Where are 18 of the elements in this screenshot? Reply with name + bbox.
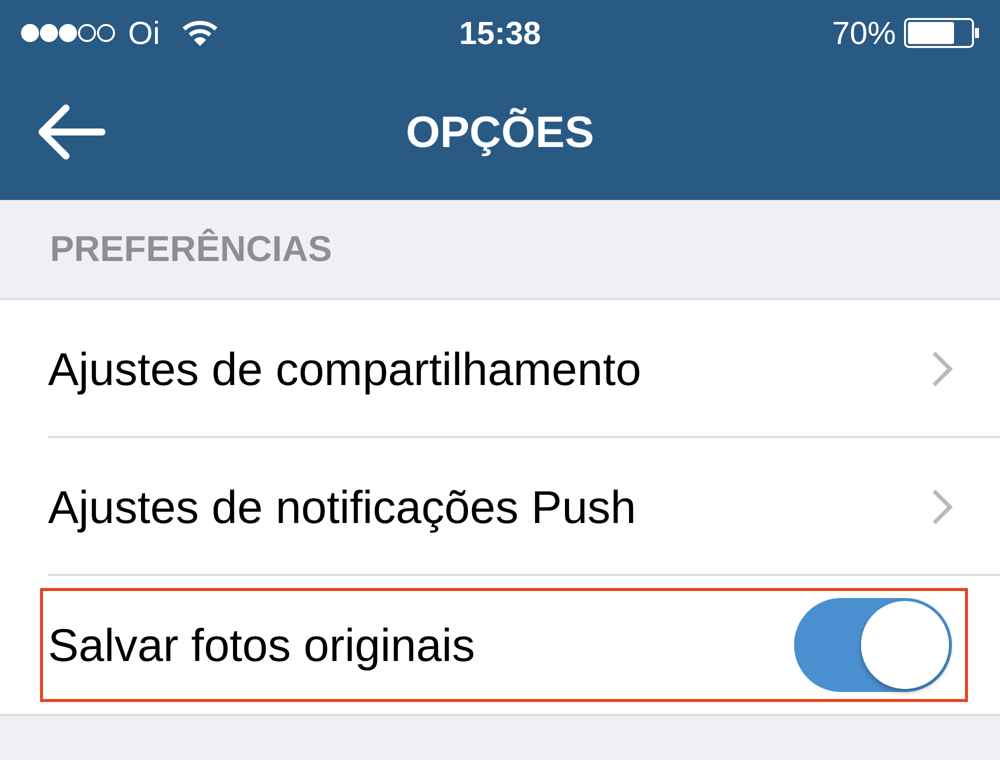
wifi-icon	[182, 19, 218, 47]
signal-icon	[20, 23, 118, 43]
settings-row[interactable]: Ajustes de notificações Push	[0, 438, 1000, 576]
chevron-icon	[930, 487, 954, 527]
clock-time: 15:38	[459, 14, 541, 53]
battery-percent: 70%	[832, 14, 896, 53]
row-label: Ajustes de compartilhamento	[48, 342, 642, 396]
chevron-icon	[930, 349, 954, 389]
back-arrow-icon	[36, 104, 106, 160]
carrier-name: Oi	[128, 14, 160, 53]
settings-row[interactable]: Salvar fotos originais	[0, 576, 1000, 714]
battery-icon	[904, 18, 980, 48]
section-header: PREFERÊNCIAS	[50, 227, 332, 271]
back-button[interactable]	[36, 104, 106, 160]
row-label: Ajustes de notificações Push	[48, 480, 636, 535]
row-label: Salvar fotos originais	[48, 618, 475, 672]
settings-row[interactable]: Ajustes de compartilhamento	[0, 300, 1000, 438]
screen-title: OPÇÕES	[406, 106, 594, 159]
